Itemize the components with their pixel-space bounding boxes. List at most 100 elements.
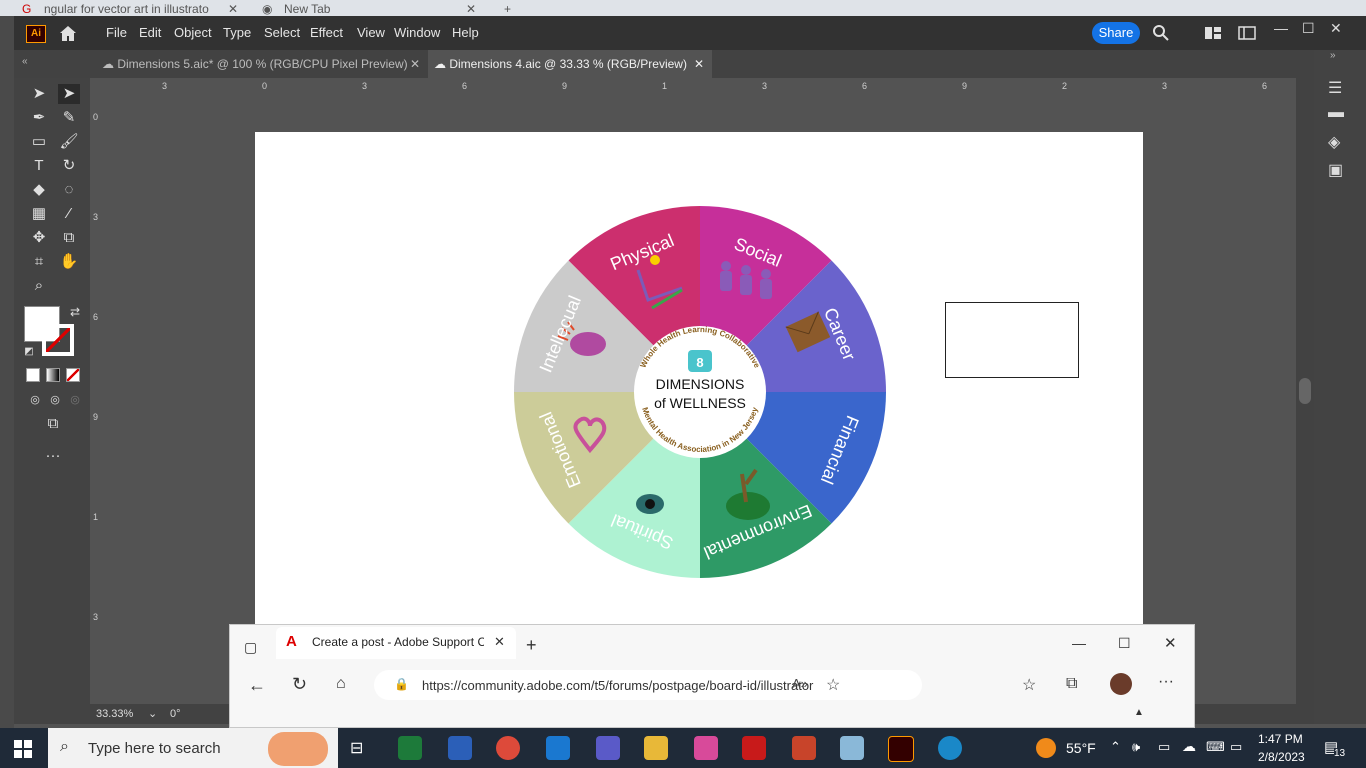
arrange-documents-icon[interactable] (1204, 26, 1222, 40)
close-icon[interactable]: ✕ (228, 2, 238, 16)
tab-actions-icon[interactable]: ▢ (244, 639, 257, 656)
powerpoint-icon[interactable] (792, 736, 816, 760)
gradient-tool-icon[interactable]: ▦ (28, 204, 50, 224)
color-mode-icon[interactable] (26, 368, 40, 382)
refresh-icon[interactable]: ↻ (292, 674, 307, 695)
hand-tool-icon[interactable]: ✋ (58, 252, 80, 272)
task-view-icon[interactable]: ⊟ (350, 738, 363, 758)
menu-file[interactable]: File (106, 25, 127, 40)
maximize-icon[interactable]: ☐ (1118, 635, 1131, 652)
zoom-tool-icon[interactable]: ⌕ (28, 276, 50, 296)
none-mode-icon[interactable] (66, 368, 80, 382)
scroll-thumb[interactable] (1299, 378, 1311, 404)
libraries-icon[interactable]: ▣ (1328, 160, 1343, 180)
avatar[interactable] (1110, 673, 1132, 695)
maximize-icon[interactable]: ☐ (1302, 20, 1315, 37)
onedrive-icon[interactable]: ☁ (1182, 738, 1196, 755)
default-colors-icon[interactable]: ◩ (18, 342, 40, 362)
volume-icon[interactable]: 🕪 (1132, 739, 1140, 755)
wellness-wheel[interactable]: Physical SocialCareerFinancialEnvironment… (512, 204, 888, 580)
search-icon[interactable] (1152, 24, 1170, 42)
chevron-down-icon[interactable]: ⌄ (148, 707, 157, 720)
clock-time[interactable]: 1:47 PM (1258, 732, 1303, 746)
menu-object[interactable]: Object (174, 25, 212, 40)
meet-now-icon[interactable]: ▭ (1158, 739, 1170, 755)
close-tab-icon[interactable]: ✕ (694, 50, 704, 78)
minimize-icon[interactable]: — (1274, 20, 1288, 36)
minimize-icon[interactable]: — (1072, 635, 1086, 651)
properties-icon[interactable]: ☰ (1328, 78, 1342, 98)
document-tab-1[interactable]: ☁ Dimensions 5.aic* @ 100 % (RGB/CPU Pix… (98, 50, 428, 78)
lasso-tool-icon[interactable]: ◌ (58, 180, 80, 200)
edge-icon[interactable] (938, 736, 962, 760)
direct-selection-tool-icon[interactable]: ➤ (58, 84, 80, 104)
workspace-icon[interactable] (1238, 26, 1256, 40)
new-tab-icon[interactable]: + (504, 2, 511, 16)
weather-icon[interactable] (1036, 738, 1056, 758)
url-text[interactable]: https://community.adobe.com/t5/forums/po… (422, 678, 813, 693)
favorites-icon[interactable]: ☆ (1022, 675, 1036, 695)
browser-tab[interactable]: A Create a post - Adobe Support C ✕ (276, 627, 516, 659)
taskbar-search[interactable]: ⌕ Type here to search (48, 728, 338, 768)
more-icon[interactable]: ··· (1158, 673, 1174, 691)
word-icon[interactable] (448, 736, 472, 760)
read-aloud-icon[interactable]: A» (792, 676, 808, 691)
type-tool-icon[interactable]: T (28, 156, 50, 176)
outlook-icon[interactable] (546, 736, 570, 760)
background-tab-2[interactable]: New Tab (284, 2, 330, 16)
draw-inside-icon[interactable]: ◎ (64, 390, 86, 410)
empty-rectangle[interactable] (945, 302, 1079, 378)
rotation-value[interactable]: 0° (170, 708, 181, 720)
clock-date[interactable]: 2/8/2023 (1258, 750, 1305, 764)
comments-icon[interactable]: ▬ (1328, 104, 1344, 122)
address-bar[interactable]: 🔒 https://community.adobe.com/t5/forums/… (374, 670, 922, 700)
home-icon[interactable]: ⌂ (336, 675, 346, 693)
new-tab-icon[interactable]: + (526, 635, 537, 656)
document-tab-2[interactable]: ☁ Dimensions 4.aic @ 33.33 % (RGB/Previe… (428, 50, 712, 78)
stroke-swatch[interactable] (42, 324, 74, 356)
chrome-icon[interactable] (496, 736, 520, 760)
menu-help[interactable]: Help (452, 25, 479, 40)
collections-icon[interactable]: ⧉ (1066, 675, 1077, 693)
swap-fill-stroke-icon[interactable]: ⇄ (64, 302, 86, 322)
curvature-tool-icon[interactable]: ✎ (58, 108, 80, 128)
show-hidden-icons-icon[interactable]: ⌃ (1110, 739, 1121, 755)
pen-tool-icon[interactable]: ✒ (28, 108, 50, 128)
rectangle-tool-icon[interactable]: ▭ (28, 132, 50, 152)
draw-normal-icon[interactable]: ◎ (24, 390, 46, 410)
close-tab-icon[interactable]: ✕ (410, 50, 420, 78)
windows-start-icon[interactable] (14, 740, 32, 758)
collapse-panel-icon[interactable]: « (22, 56, 28, 67)
gradient-mode-icon[interactable] (46, 368, 60, 382)
close-icon[interactable]: ✕ (466, 2, 476, 16)
background-tab-1[interactable]: ngular for vector art in illustrato (44, 2, 224, 16)
collapse-panel-icon[interactable]: » (1330, 50, 1336, 61)
draw-behind-icon[interactable]: ◎ (44, 390, 66, 410)
home-icon[interactable] (58, 24, 78, 42)
eraser-tool-icon[interactable]: ◆ (28, 180, 50, 200)
rotate-tool-icon[interactable]: ↻ (58, 156, 80, 176)
zoom-level[interactable]: 33.33% (96, 708, 133, 720)
close-tab-icon[interactable]: ✕ (494, 634, 505, 650)
eyedropper-tool-icon[interactable]: ⁄ (58, 204, 80, 224)
creative-cloud-icon[interactable] (694, 736, 718, 760)
excel-icon[interactable] (398, 736, 422, 760)
selection-tool-icon[interactable]: ➤ (28, 84, 50, 104)
temperature[interactable]: 55°F (1066, 740, 1096, 756)
edit-toolbar-icon[interactable]: ··· (42, 446, 64, 466)
acrobat-icon[interactable] (742, 736, 766, 760)
menu-edit[interactable]: Edit (139, 25, 161, 40)
close-icon[interactable]: ✕ (1164, 634, 1177, 652)
favorite-icon[interactable]: ☆ (826, 675, 840, 695)
vertical-scrollbar[interactable] (1296, 78, 1314, 704)
layers-icon[interactable]: ◈ (1328, 132, 1340, 152)
puppet-warp-tool-icon[interactable]: ✥ (28, 228, 50, 248)
file-explorer-icon[interactable] (644, 736, 668, 760)
shape-builder-tool-icon[interactable]: ⧉ (58, 228, 80, 248)
menu-window[interactable]: Window (394, 25, 440, 40)
input-icon[interactable]: ⌨ (1206, 739, 1225, 755)
back-icon[interactable]: ← (248, 675, 266, 696)
share-button[interactable]: Share (1092, 22, 1140, 44)
menu-view[interactable]: View (357, 25, 385, 40)
paintbrush-tool-icon[interactable]: 🖌 (58, 132, 80, 152)
